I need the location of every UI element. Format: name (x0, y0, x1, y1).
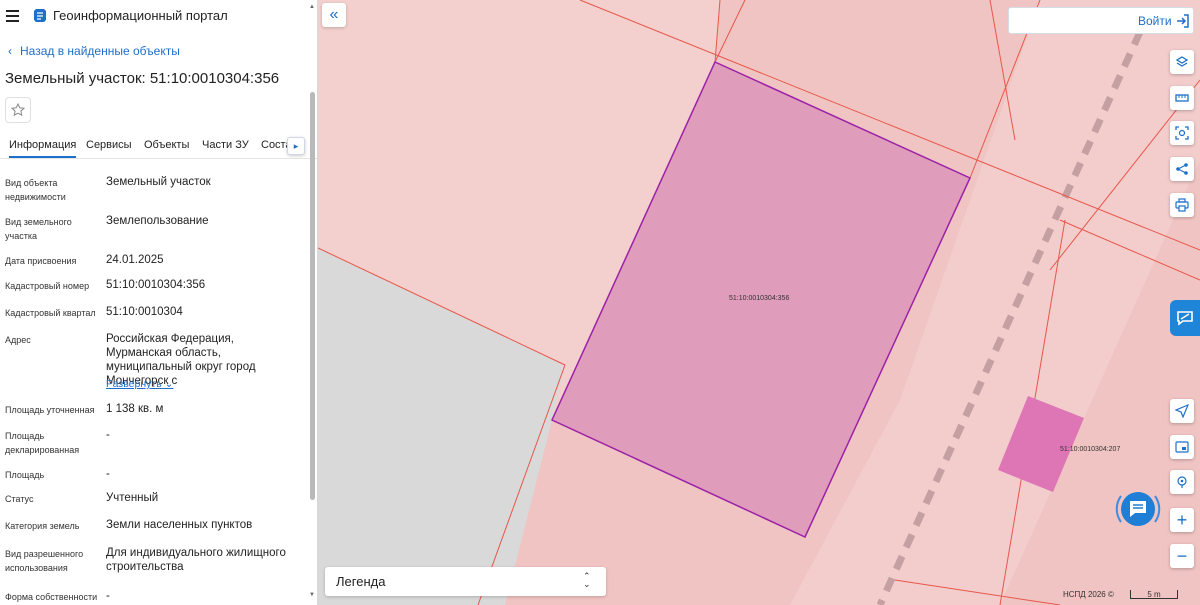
login-label: Войти (1138, 14, 1172, 28)
row-value: Землепользование (106, 215, 209, 227)
parcel-main-label: 51:10:0010304:356 (729, 295, 790, 302)
menu-icon[interactable] (6, 10, 19, 22)
print-icon (1175, 198, 1189, 212)
expand-link[interactable]: Развернуть ⌄ (106, 378, 173, 390)
share-icon (1176, 163, 1188, 175)
portal-title: Геоинформационный портал (53, 8, 228, 23)
row-value: 1 138 кв. м (106, 403, 164, 415)
map-canvas[interactable] (318, 0, 1200, 605)
double-chevron-left-icon: « (329, 6, 339, 23)
expand-label: Развернуть (106, 378, 162, 390)
row-value: Учтенный (106, 492, 159, 504)
row-label: Площадь (5, 470, 45, 480)
collapse-panel-button[interactable]: « (322, 3, 346, 27)
zoom-in-button[interactable]: + (1170, 508, 1194, 532)
login-button[interactable]: Войти (1008, 7, 1194, 34)
tab-parts[interactable]: Части ЗУ (202, 139, 249, 151)
row-label: Вид земельного участка (5, 217, 72, 241)
chevron-down-icon: ⌄ (164, 378, 174, 390)
chevron-right-icon: ▸ (293, 140, 299, 151)
legend-selector[interactable]: Легенда ⌃ ⌄ (325, 567, 606, 596)
tab-info[interactable]: Информация (9, 139, 77, 158)
row-label: Категория земель (5, 521, 80, 531)
legend-label: Легенда (336, 574, 386, 589)
row-value: Для индивидуального жилищного строительс… (106, 547, 286, 573)
tab-objects[interactable]: Объекты (144, 139, 189, 151)
back-label: Назад в найденные объекты (20, 44, 180, 58)
chat-fab-button[interactable] (1113, 484, 1163, 534)
geo-search-icon (1177, 476, 1187, 488)
row-label: Кадастровый номер (5, 281, 90, 291)
panel-header: Геоинформационный портал (0, 0, 317, 32)
map-attribution: НСПД 2026 © (1063, 590, 1114, 599)
up-down-chevron-icon: ⌃ ⌄ (583, 571, 591, 589)
select-area-button[interactable] (1170, 121, 1194, 145)
row-label: Площадь декларированная (5, 431, 80, 455)
row-value: 24.01.2025 (106, 254, 164, 266)
row-label: Адрес (5, 335, 31, 345)
chevron-left-icon: ‹ (8, 44, 12, 58)
row-label: Форма собственности (5, 592, 98, 602)
star-icon (11, 103, 25, 117)
row-value: 51:10:0010304:356 (106, 279, 206, 291)
minimap-icon (1175, 441, 1189, 453)
zoom-out-button[interactable]: − (1170, 544, 1194, 568)
tabs-next-button[interactable]: ▸ (287, 137, 305, 155)
chat-bubble-icon (1177, 311, 1193, 326)
layers-icon (1175, 56, 1189, 67)
login-icon (1177, 14, 1189, 28)
geo-search-button[interactable] (1170, 470, 1194, 494)
panel-scrollbar[interactable] (310, 92, 315, 500)
minimap-button[interactable] (1170, 435, 1194, 459)
row-value: - (106, 468, 110, 480)
object-title: Земельный участок: 51:10:0010304:356 (5, 70, 280, 87)
row-value: 51:10:0010304 (106, 306, 183, 318)
row-label: Площадь уточненная (5, 405, 95, 415)
locate-button[interactable] (1170, 399, 1194, 423)
row-label: Вид объекта недвижимости (5, 178, 66, 202)
map-layer (318, 0, 1200, 605)
scroll-up-icon[interactable]: ▲ (309, 4, 315, 10)
portal-logo-icon (34, 9, 46, 22)
row-label: Вид разрешенного использования (5, 549, 84, 573)
scale-label: 5 m (1147, 590, 1161, 599)
row-label: Дата присвоения (5, 256, 77, 266)
favorite-button[interactable] (5, 97, 31, 123)
ruler-icon (1175, 94, 1189, 102)
row-label: Статус (5, 494, 34, 504)
layers-button[interactable] (1170, 50, 1194, 74)
locate-icon (1175, 404, 1189, 418)
row-value: - (106, 429, 110, 441)
ruler-button[interactable] (1170, 86, 1194, 110)
feedback-side-button[interactable] (1170, 300, 1200, 336)
back-to-results-link[interactable]: ‹ Назад в найденные объекты (8, 44, 180, 58)
chat-icon (1115, 492, 1161, 526)
info-panel: Геоинформационный портал ‹ Назад в найден… (0, 0, 318, 605)
scroll-down-icon[interactable]: ▼ (309, 592, 315, 598)
zoom-out-icon: − (1176, 546, 1188, 566)
parcel-small-label: 51:10:0010304:207 (1060, 446, 1121, 453)
scale-bar: 5 m (1130, 590, 1178, 599)
row-value: Земли населенных пунктов (106, 519, 253, 531)
print-button[interactable] (1170, 193, 1194, 217)
row-value: Земельный участок (106, 176, 211, 188)
tab-bar: Информация Сервисы Объекты Части ЗУ Сост… (0, 135, 317, 159)
select-area-icon (1175, 126, 1189, 140)
row-label: Кадастровый квартал (5, 308, 96, 318)
share-button[interactable] (1170, 157, 1194, 181)
tab-services[interactable]: Сервисы (86, 139, 132, 151)
zoom-in-icon: + (1176, 510, 1188, 530)
row-value: - (106, 590, 110, 602)
